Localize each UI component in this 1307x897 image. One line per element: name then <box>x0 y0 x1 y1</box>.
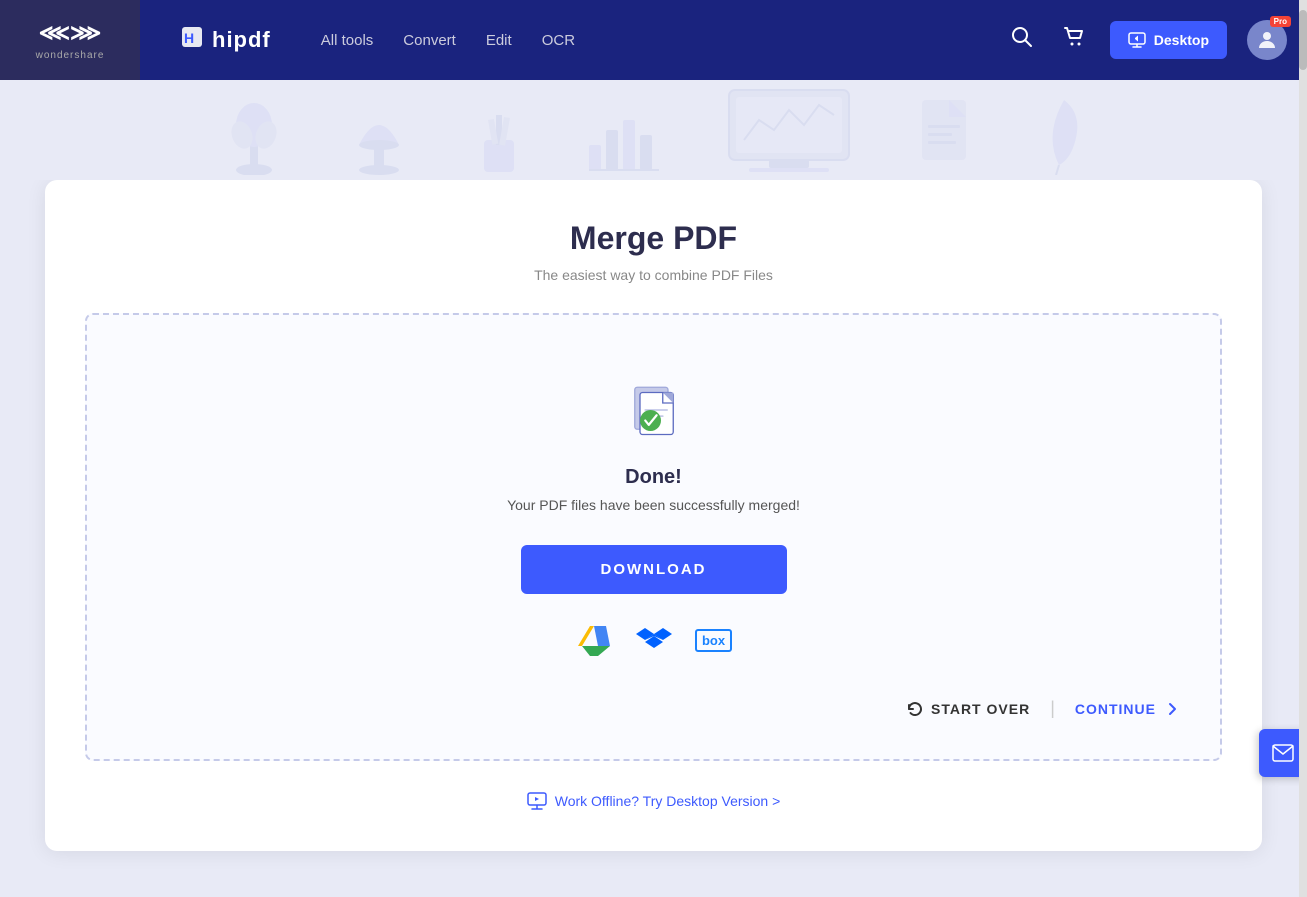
nav-edit[interactable]: Edit <box>486 27 512 54</box>
desktop-button[interactable]: Desktop <box>1110 21 1227 59</box>
pro-badge: Pro <box>1270 16 1291 27</box>
main-content: Merge PDF The easiest way to combine PDF… <box>0 180 1307 891</box>
desktop-promo-label: Work Offline? Try Desktop Version > <box>555 793 781 809</box>
desktop-promo[interactable]: Work Offline? Try Desktop Version > <box>85 791 1222 811</box>
continue-label: CONTINUE <box>1075 701 1156 717</box>
drop-zone: Done! Your PDF files have been successfu… <box>85 313 1222 761</box>
start-over-button[interactable]: START OVER <box>907 701 1030 717</box>
ws-icon: ⋘⋙ <box>39 20 102 46</box>
download-button[interactable]: DOWNLOAD <box>521 545 787 594</box>
success-icon <box>619 375 689 450</box>
page-title: Merge PDF <box>85 220 1222 257</box>
nav-ocr[interactable]: OCR <box>542 27 575 54</box>
desktop-btn-label: Desktop <box>1154 32 1209 48</box>
main-card: Merge PDF The easiest way to combine PDF… <box>45 180 1262 851</box>
page-subtitle: The easiest way to combine PDF Files <box>85 267 1222 283</box>
wondershare-logo[interactable]: ⋘⋙ wondershare <box>0 0 140 80</box>
done-title: Done! <box>625 466 682 489</box>
ws-text: wondershare <box>36 50 105 61</box>
nav-actions: Desktop Pro <box>1006 20 1287 60</box>
scrollbar[interactable] <box>1299 0 1307 897</box>
navbar: ⋘⋙ wondershare H hipdf All tools Convert… <box>0 0 1307 80</box>
footer-actions: START OVER | CONTINUE <box>117 698 1190 719</box>
hero-illustrations <box>224 85 1084 175</box>
dropbox-icon[interactable] <box>636 622 672 658</box>
continue-button[interactable]: CONTINUE <box>1075 701 1180 717</box>
hipdf-logo: H hipdf <box>180 25 271 55</box>
nav-all-tools[interactable]: All tools <box>321 27 374 54</box>
divider: | <box>1050 698 1055 719</box>
scrollbar-thumb[interactable] <box>1299 10 1307 70</box>
avatar-wrapper[interactable]: Pro <box>1247 20 1287 60</box>
box-icon[interactable]: box <box>696 622 732 658</box>
hipdf-text: hipdf <box>212 27 271 53</box>
nav-links: All tools Convert Edit OCR <box>321 27 575 54</box>
start-over-label: START OVER <box>931 701 1030 717</box>
cloud-icons: box <box>576 622 732 658</box>
nav-convert[interactable]: Convert <box>403 27 456 54</box>
google-drive-icon[interactable] <box>576 622 612 658</box>
done-subtitle: Your PDF files have been successfully me… <box>507 497 800 513</box>
hipdf-logo-icon: H <box>180 25 204 55</box>
hero-background <box>0 80 1307 180</box>
svg-text:H: H <box>184 30 194 46</box>
search-button[interactable] <box>1006 21 1038 59</box>
cart-button[interactable] <box>1058 21 1090 59</box>
